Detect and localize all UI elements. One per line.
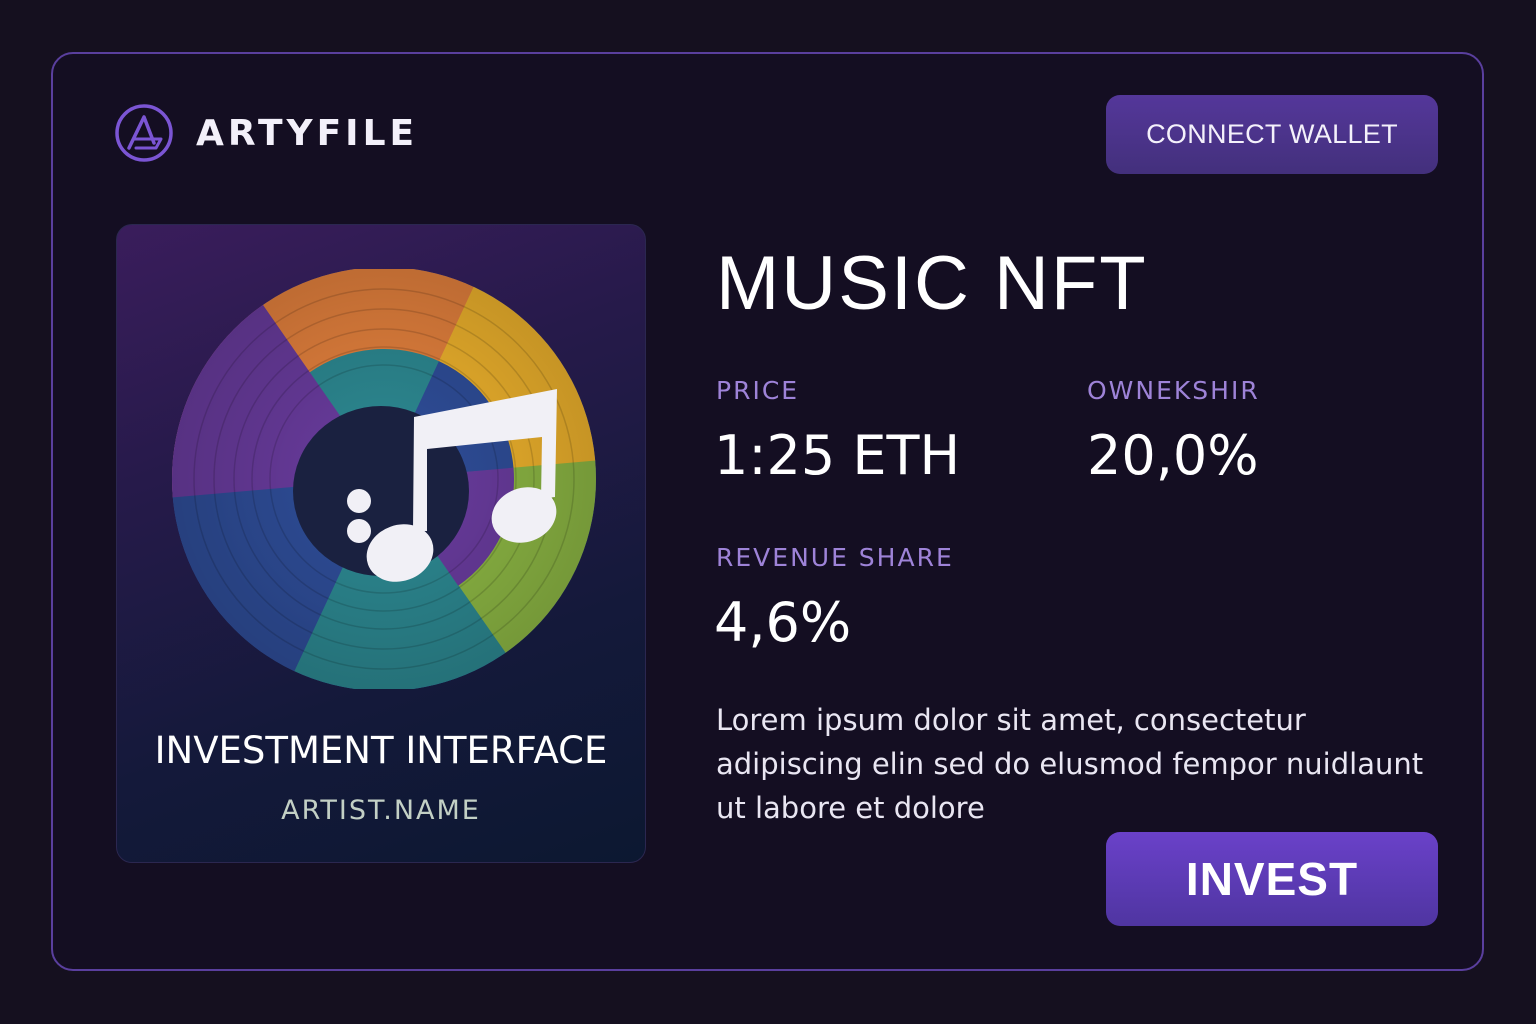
artist-name: ARTIST.NAME	[281, 795, 481, 826]
brand-logo[interactable]: ARTYFILE	[114, 103, 418, 163]
ownership-label: OWNEKSHIR	[1087, 376, 1260, 405]
price-label: PRICE	[716, 376, 800, 405]
revenue-share-value: 4,6%	[714, 591, 852, 654]
invest-button[interactable]: INVEST	[1106, 832, 1438, 926]
card-title: INVESTMENT INTERFACE	[154, 729, 608, 772]
page-title: MUSIC NFT	[716, 241, 1148, 326]
revenue-share-label: REVENUE SHARE	[716, 543, 954, 572]
price-value: 1:25 ETH	[714, 424, 961, 487]
connect-wallet-button[interactable]: CONNECT WALLET	[1106, 95, 1438, 174]
ownership-value: 20,0%	[1087, 424, 1259, 487]
nft-description: Lorem ipsum dolor sit amet, consectetur …	[716, 703, 1424, 825]
brand-name: ARTYFILE	[196, 112, 419, 154]
nft-artwork-card[interactable]: INVESTMENT INTERFACE ARTIST.NAME	[116, 224, 646, 863]
artyfile-logo-icon	[115, 104, 173, 162]
music-note-icon	[172, 269, 596, 689]
